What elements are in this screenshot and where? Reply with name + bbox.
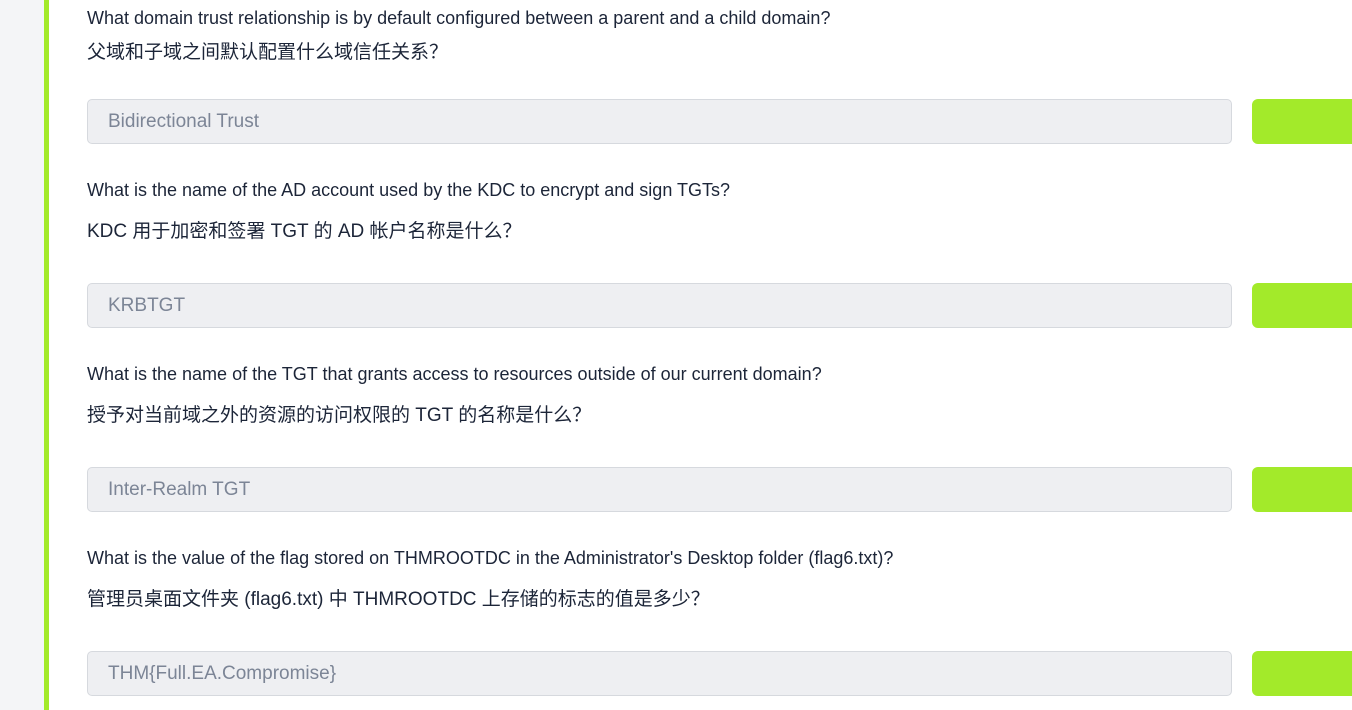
question-2: What is the name of the AD account used … [87, 179, 1287, 244]
question-3: What is the name of the TGT that grants … [87, 363, 1287, 428]
question-1-text-en: What domain trust relationship is by def… [87, 8, 831, 28]
question-2-text-en: What is the name of the AD account used … [87, 180, 731, 200]
answer-value-3: Inter-Realm TGT [108, 478, 251, 500]
question-3-text-en: What is the name of the TGT that grants … [87, 364, 822, 384]
question-4-text-zh: 管理员桌面文件夹 (flag6.txt) 中 THMROOTDC 上存储的标志的… [87, 589, 710, 610]
answer-row-4: THM{Full.EA.Compromise} [87, 651, 1352, 696]
question-2-text-zh: KDC 用于加密和签署 TGT 的 AD 帐户名称是什么？ [87, 221, 522, 242]
answer-value-1: Bidirectional Trust [108, 110, 260, 132]
question-1: What domain trust relationship is by def… [87, 7, 1287, 65]
answer-value-4: THM{Full.EA.Compromise} [108, 662, 337, 684]
answer-row-3: Inter-Realm TGT [87, 467, 1352, 512]
answer-field-3[interactable]: Inter-Realm TGT [87, 467, 1232, 512]
question-1-text-zh: 父域和子域之间默认配置什么域信任关系？ [87, 42, 449, 63]
answer-field-2[interactable]: KRBTGT [87, 283, 1232, 328]
submit-button-4[interactable] [1252, 651, 1352, 696]
answer-field-1[interactable]: Bidirectional Trust [87, 99, 1232, 144]
submit-button-2[interactable] [1252, 283, 1352, 328]
question-4-text-en: What is the value of the flag stored on … [87, 548, 894, 568]
left-gutter [0, 0, 44, 710]
answer-row-1: Bidirectional Trust [87, 99, 1352, 144]
answer-value-2: KRBTGT [108, 294, 186, 316]
submit-button-1[interactable] [1252, 99, 1352, 144]
question-4: What is the value of the flag stored on … [87, 547, 1287, 612]
answer-field-4[interactable]: THM{Full.EA.Compromise} [87, 651, 1232, 696]
task-page: What domain trust relationship is by def… [0, 0, 1352, 710]
answer-row-2: KRBTGT [87, 283, 1352, 328]
question-3-text-zh: 授予对当前域之外的资源的访问权限的 TGT 的名称是什么？ [87, 405, 592, 426]
question-card: What domain trust relationship is by def… [49, 0, 1352, 710]
submit-button-3[interactable] [1252, 467, 1352, 512]
